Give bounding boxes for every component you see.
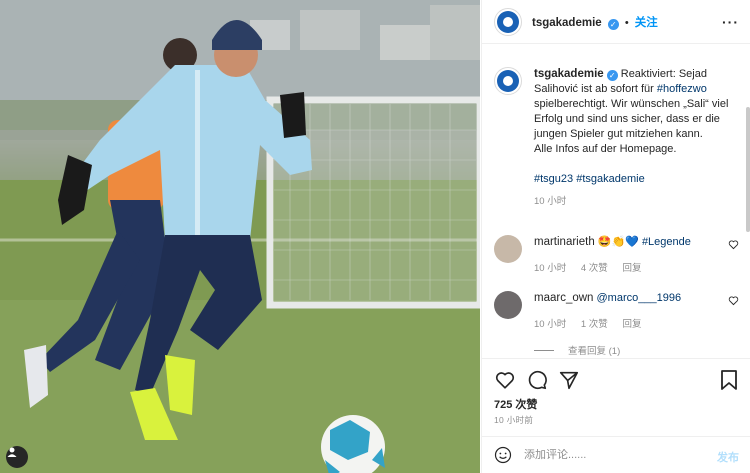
like-comment-icon[interactable] xyxy=(728,295,739,306)
view-replies-button[interactable]: 查看回复 (1) xyxy=(534,343,620,357)
comment-input[interactable] xyxy=(524,449,694,461)
post-header: tsgakademie ✓ • 关注 ··· xyxy=(482,0,750,44)
caption-text: tsgakademie ✓ Reaktiviert: Sejad Salihovi… xyxy=(534,68,729,185)
comment-item: maarc_own @marco___1996 10 小时 1 次赞 回复 xyxy=(494,291,739,330)
comment-emojis: 🤩👏💙 xyxy=(597,236,639,248)
user-tag-icon[interactable] xyxy=(6,446,28,468)
verified-badge-icon: ✓ xyxy=(606,70,618,81)
comment-text: maarc_own @marco___1996 xyxy=(534,291,739,306)
comment-text: martinarieth 🤩👏💙 #Legende xyxy=(534,235,739,250)
mention-link[interactable]: @marco___1996 xyxy=(597,292,682,304)
hashtag-link[interactable]: #tsgakademie xyxy=(576,173,645,185)
comment-item: martinarieth 🤩👏💙 #Legende 10 小时 4 次赞 回复 xyxy=(494,235,739,274)
like-icon[interactable] xyxy=(494,369,516,391)
caption-avatar[interactable] xyxy=(494,67,522,95)
reply-button[interactable]: 回复 xyxy=(622,263,641,274)
comment-likes[interactable]: 1 次赞 xyxy=(581,319,608,330)
post-comment-button[interactable]: 发布 xyxy=(717,449,739,465)
follow-button[interactable]: 关注 xyxy=(635,17,658,29)
comments-scrollbar[interactable] xyxy=(746,107,750,232)
more-options-icon[interactable]: ··· xyxy=(722,14,739,30)
hashtag-link[interactable]: #hoffezwo xyxy=(657,83,707,95)
hashtag-link[interactable]: #Legende xyxy=(642,236,691,248)
comment-username[interactable]: maarc_own xyxy=(534,292,593,304)
training-scene-image xyxy=(0,0,480,473)
comment-icon[interactable] xyxy=(526,369,548,391)
caption-username[interactable]: tsgakademie xyxy=(534,68,604,80)
comments-list[interactable]: tsgakademie ✓ Reaktiviert: Sejad Salihovi… xyxy=(482,45,750,358)
comment-meta: 10 小时 1 次赞 回复 xyxy=(534,316,739,330)
caption: tsgakademie ✓ Reaktiviert: Sejad Salihovi… xyxy=(494,67,739,207)
post-photo[interactable] xyxy=(0,0,480,473)
comment-time: 10 小时 xyxy=(534,263,567,274)
post-side-panel: tsgakademie ✓ • 关注 ··· tsgakademie ✓ Reak… xyxy=(481,0,750,473)
comment-username[interactable]: martinarieth xyxy=(534,236,595,248)
separator-dot: • xyxy=(624,16,629,29)
author-avatar[interactable] xyxy=(494,7,522,36)
replies-divider xyxy=(534,349,554,351)
comment-meta: 10 小时 4 次赞 回复 xyxy=(534,260,739,274)
reply-button[interactable]: 回复 xyxy=(622,319,641,330)
post-time: 10 小时前 xyxy=(494,415,534,425)
commenter-avatar[interactable] xyxy=(494,291,522,319)
share-icon[interactable] xyxy=(558,369,580,391)
comment-likes[interactable]: 4 次赞 xyxy=(581,263,608,274)
likes-count[interactable]: 725 次赞 xyxy=(494,396,537,412)
commenter-avatar[interactable] xyxy=(494,235,522,263)
add-comment-bar: 发布 xyxy=(482,436,750,473)
bookmark-icon[interactable] xyxy=(719,369,739,391)
author-username[interactable]: tsgakademie xyxy=(532,17,602,29)
caption-time: 10 小时 xyxy=(534,196,567,207)
hashtag-link[interactable]: #tsgu23 xyxy=(534,173,573,185)
verified-badge-icon: ✓ xyxy=(607,18,619,30)
post-actions: 725 次赞 10 小时前 xyxy=(482,358,750,428)
like-comment-icon[interactable] xyxy=(728,239,739,250)
comment-time: 10 小时 xyxy=(534,319,567,330)
caption-meta: 10 小时 xyxy=(534,193,739,207)
emoji-icon[interactable] xyxy=(494,446,512,464)
